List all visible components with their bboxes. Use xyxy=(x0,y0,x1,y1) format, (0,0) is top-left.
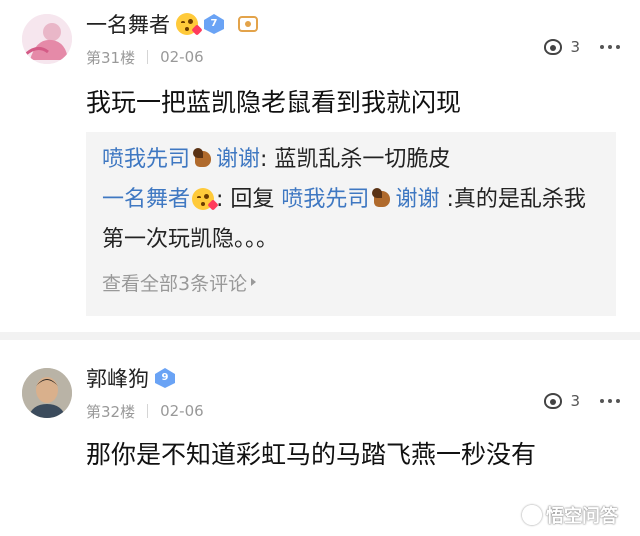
meta-divider xyxy=(147,50,149,64)
horse-emoji-icon xyxy=(370,187,394,209)
comment-divider xyxy=(0,332,640,340)
comment-text: 我玩一把蓝凯隐老鼠看到我就闪现 xyxy=(86,88,462,117)
level-badge: 7 xyxy=(204,14,224,34)
more-options-button[interactable] xyxy=(600,41,620,53)
comment-text: 那你是不知道彩虹马的马踏飞燕一秒没有 xyxy=(86,440,537,469)
reply-item: 一名舞者: 回复 喷我先司 谢谢 :真的是乱杀我第一次玩凯隐。。。 xyxy=(102,180,600,260)
reply-author[interactable]: 喷我先司 谢谢 xyxy=(102,147,260,172)
chevron-right-icon xyxy=(251,278,257,286)
floor-number: 第32楼 xyxy=(86,402,136,421)
comment-date: 02-06 xyxy=(160,48,204,66)
reply-target[interactable]: 喷我先司 谢谢 xyxy=(281,187,439,212)
meta-divider xyxy=(147,404,149,418)
comment-actions: 3 xyxy=(542,388,620,414)
more-options-button[interactable] xyxy=(600,395,620,407)
reply-content: : 蓝凯乱杀一切脆皮 xyxy=(260,147,451,172)
comment-date: 02-06 xyxy=(160,402,204,420)
like-icon xyxy=(542,36,564,58)
view-all-replies-link[interactable]: 查看全部3条评论 xyxy=(102,264,600,300)
avatar[interactable] xyxy=(22,368,72,418)
like-icon xyxy=(542,390,564,412)
comment-actions: 3 xyxy=(542,34,620,60)
comment-meta: 第32楼 02-06 xyxy=(86,400,204,422)
kiss-emoji-icon xyxy=(176,13,203,36)
like-count: 3 xyxy=(570,392,580,410)
horse-emoji-icon xyxy=(191,147,215,169)
comment-item: 一名舞者 7 第31楼 02-06 3 我玩一把蓝凯隐老鼠看到我就闪现 喷我先司… xyxy=(0,0,640,332)
watermark: 悟空问答 xyxy=(522,502,618,528)
wukong-logo-icon xyxy=(522,505,542,525)
like-count: 3 xyxy=(570,38,580,56)
level-badge: 9 xyxy=(155,368,175,388)
username[interactable]: 郭峰狗 xyxy=(86,363,149,393)
comment-meta: 第31楼 02-06 xyxy=(86,46,204,68)
name-row: 郭峰狗 9 xyxy=(86,364,175,392)
name-row: 一名舞者 7 xyxy=(86,10,258,38)
username[interactable]: 一名舞者 xyxy=(86,9,170,39)
reply-prefix: : 回复 xyxy=(216,187,282,212)
replies-box: 喷我先司 谢谢: 蓝凯乱杀一切脆皮 一名舞者: 回复 喷我先司 谢谢 :真的是乱杀我… xyxy=(86,132,616,316)
reply-author[interactable]: 一名舞者 xyxy=(102,187,219,212)
like-button[interactable]: 3 xyxy=(542,36,580,58)
avatar[interactable] xyxy=(22,14,72,64)
kiss-emoji-icon xyxy=(192,188,219,211)
floor-number: 第31楼 xyxy=(86,48,136,67)
like-button[interactable]: 3 xyxy=(542,390,580,412)
reply-item: 喷我先司 谢谢: 蓝凯乱杀一切脆皮 xyxy=(102,140,600,180)
game-controller-icon xyxy=(238,16,258,32)
